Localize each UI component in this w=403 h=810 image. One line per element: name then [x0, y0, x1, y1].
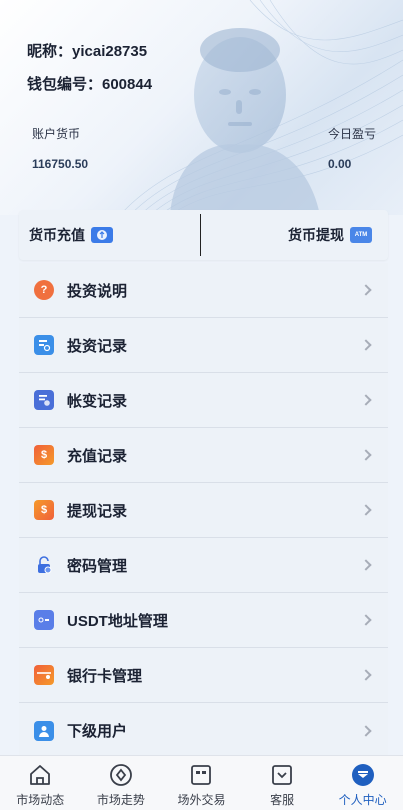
chevron-right-icon	[360, 669, 372, 681]
balance-value: 116750.50	[32, 157, 89, 171]
menu-item-label: 充值记录	[67, 447, 128, 465]
withdraw-label: 货币提现	[288, 227, 344, 243]
question-icon: ?	[34, 280, 54, 300]
lock-icon	[34, 555, 54, 575]
bottom-tab-bar: 市场动态 市场走势 场外交易 客服 个人中心	[0, 755, 403, 810]
menu-item-password[interactable]: 密码管理	[19, 538, 388, 593]
tab-customer-service[interactable]: 客服	[242, 756, 323, 810]
menu-item-label: 下级用户	[67, 723, 128, 740]
menu-item-investment-guide[interactable]: ? 投资说明	[19, 263, 388, 318]
home-icon	[28, 763, 52, 787]
recharge-icon	[91, 227, 113, 243]
pnl-value: 0.00	[328, 157, 352, 171]
menu-item-label: 提现记录	[67, 502, 128, 520]
menu-item-label: 密码管理	[67, 557, 128, 575]
balance-label: 账户货币	[32, 127, 81, 141]
menu-item-label: USDT地址管理	[67, 612, 168, 630]
chevron-right-icon	[360, 504, 372, 516]
menu-item-label: 帐变记录	[67, 392, 128, 410]
tab-label: 个人中心	[338, 793, 387, 807]
chevron-right-icon	[360, 559, 372, 571]
menu-item-deposit-records[interactable]: $ 充值记录	[19, 428, 388, 483]
withdraw-icon: $	[34, 500, 54, 520]
menu-item-label: 投资说明	[67, 282, 128, 300]
user-icon	[34, 720, 54, 741]
wallet-actions: 货币充值 货币提现 ATM	[19, 210, 388, 260]
chevron-right-icon	[360, 724, 372, 737]
menu-item-sub-users[interactable]: 下级用户	[19, 703, 388, 758]
chevron-right-icon	[360, 449, 372, 461]
menu-item-usdt-address[interactable]: USDT地址管理	[19, 593, 388, 648]
profile-header: 昵称：yicai28735 钱包编号：600844 账户货币 今日盈亏 1167…	[0, 0, 403, 215]
recharge-button[interactable]: 货币充值	[19, 210, 200, 260]
recharge-label: 货币充值	[29, 227, 85, 243]
chevron-right-icon	[360, 284, 372, 296]
tab-label: 客服	[270, 793, 295, 807]
tab-otc-trade[interactable]: 场外交易	[161, 756, 242, 810]
ledger-icon	[34, 390, 54, 410]
tab-market-news[interactable]: 市场动态	[0, 756, 81, 810]
chevron-right-icon	[360, 339, 372, 351]
menu-item-account-changes[interactable]: 帐变记录	[19, 373, 388, 428]
atm-icon: ATM	[350, 227, 372, 243]
profile-menu: ? 投资说明 投资记录 帐变记录 $ 充值记录 $ 提现记录 密码管理 USDT…	[19, 263, 388, 758]
banknote-background	[119, 0, 403, 215]
withdraw-button[interactable]: 货币提现 ATM	[201, 210, 388, 260]
chevron-right-icon	[360, 394, 372, 406]
tab-label: 市场动态	[16, 793, 65, 807]
otc-icon	[189, 763, 213, 787]
usdt-card-icon	[34, 610, 54, 630]
menu-item-investment-records[interactable]: 投资记录	[19, 318, 388, 373]
menu-item-bank-card[interactable]: 银行卡管理	[19, 648, 388, 703]
menu-item-label: 投资记录	[67, 337, 128, 355]
search-record-icon	[34, 335, 54, 355]
pnl-label: 今日盈亏	[328, 127, 377, 141]
trend-icon	[109, 763, 133, 787]
nickname: 昵称：yicai28735	[27, 43, 148, 60]
menu-item-label: 银行卡管理	[67, 667, 143, 685]
tab-personal-center[interactable]: 个人中心	[322, 756, 403, 810]
wallet-number: 钱包编号：600844	[27, 76, 153, 93]
service-icon	[270, 763, 294, 787]
tab-market-trend[interactable]: 市场走势	[81, 756, 162, 810]
deposit-icon: $	[34, 445, 54, 465]
menu-item-withdraw-records[interactable]: $ 提现记录	[19, 483, 388, 538]
chevron-right-icon	[360, 614, 372, 626]
tab-label: 市场走势	[96, 793, 145, 807]
bank-card-icon	[34, 665, 54, 685]
tab-label: 场外交易	[177, 793, 226, 807]
profile-icon	[351, 763, 375, 787]
